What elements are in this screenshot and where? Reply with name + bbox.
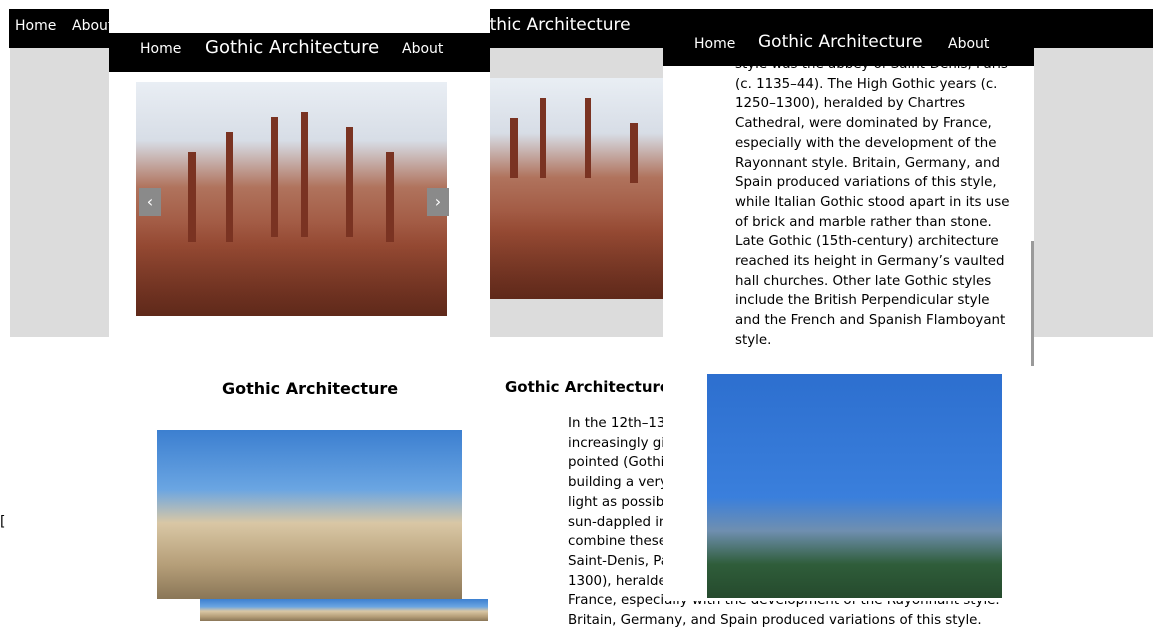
chartres-cathedral-image (707, 374, 1002, 598)
text-line: hall churches. Other late Gothic styles (735, 273, 992, 289)
text-line: include the British Perpendicular style (735, 293, 990, 309)
text-line: Late Gothic (15th-century) architecture (735, 234, 999, 250)
text-line: style was the abbey of Saint-Denis, Pari… (735, 57, 1008, 72)
right-site-title: Gothic Architecture (758, 32, 923, 52)
carousel-image (136, 82, 447, 316)
right-nav-home-link[interactable]: Home (694, 36, 735, 52)
left-site-title: Gothic Architecture (205, 37, 380, 58)
left-nav-home-link[interactable]: Home (140, 41, 181, 57)
text-line: (c. 1135–44). The High Gothic years (c. (735, 76, 998, 92)
carousel-next-button[interactable]: › (427, 188, 449, 216)
stray-bracket: [ (0, 514, 6, 530)
text-line: Spain produced variations of this style, (735, 175, 997, 191)
window-left: Home Gothic Architecture About ‹ › Gothi… (109, 9, 490, 599)
text-line: of brick and marble rather than stone. (735, 214, 992, 230)
text-line: reached its height in Germany’s vaulted (735, 254, 1005, 270)
bg-bottom-image (200, 599, 488, 621)
window-right: Home Gothic Architecture About style was… (663, 28, 1034, 601)
carousel-prev-button[interactable]: ‹ (139, 188, 161, 216)
bg-nav-home-link[interactable]: Home (15, 18, 56, 34)
left-nav-about-link[interactable]: About (402, 41, 443, 57)
text-line: while Italian Gothic stood apart in its … (735, 194, 1010, 210)
bg-cathedral-image (490, 78, 663, 299)
text-line: and the French and Spanish Flamboyant (735, 313, 1006, 329)
text-line: Rayonnant style. Britain, Germany, and (735, 155, 1000, 171)
bg-nav-about-link[interactable]: About (72, 18, 113, 34)
text-line: style. (735, 332, 772, 348)
bg-site-title: Gothic Architecture (466, 15, 631, 35)
text-line: especially with the development of the (735, 135, 997, 151)
text-line: Cathedral, were dominated by France, (735, 116, 992, 132)
right-scrollbar[interactable] (1031, 241, 1034, 366)
right-article-text: style was the abbey of Saint-Denis, Pari… (735, 55, 1025, 351)
text-line: 1250–1300), heralded by Chartres (735, 96, 966, 112)
left-section-title: Gothic Architecture (222, 379, 399, 398)
bg-section-title: Gothic Architecture (505, 378, 671, 396)
right-nav-about-link[interactable]: About (948, 36, 989, 52)
exeter-cathedral-image (157, 430, 462, 599)
